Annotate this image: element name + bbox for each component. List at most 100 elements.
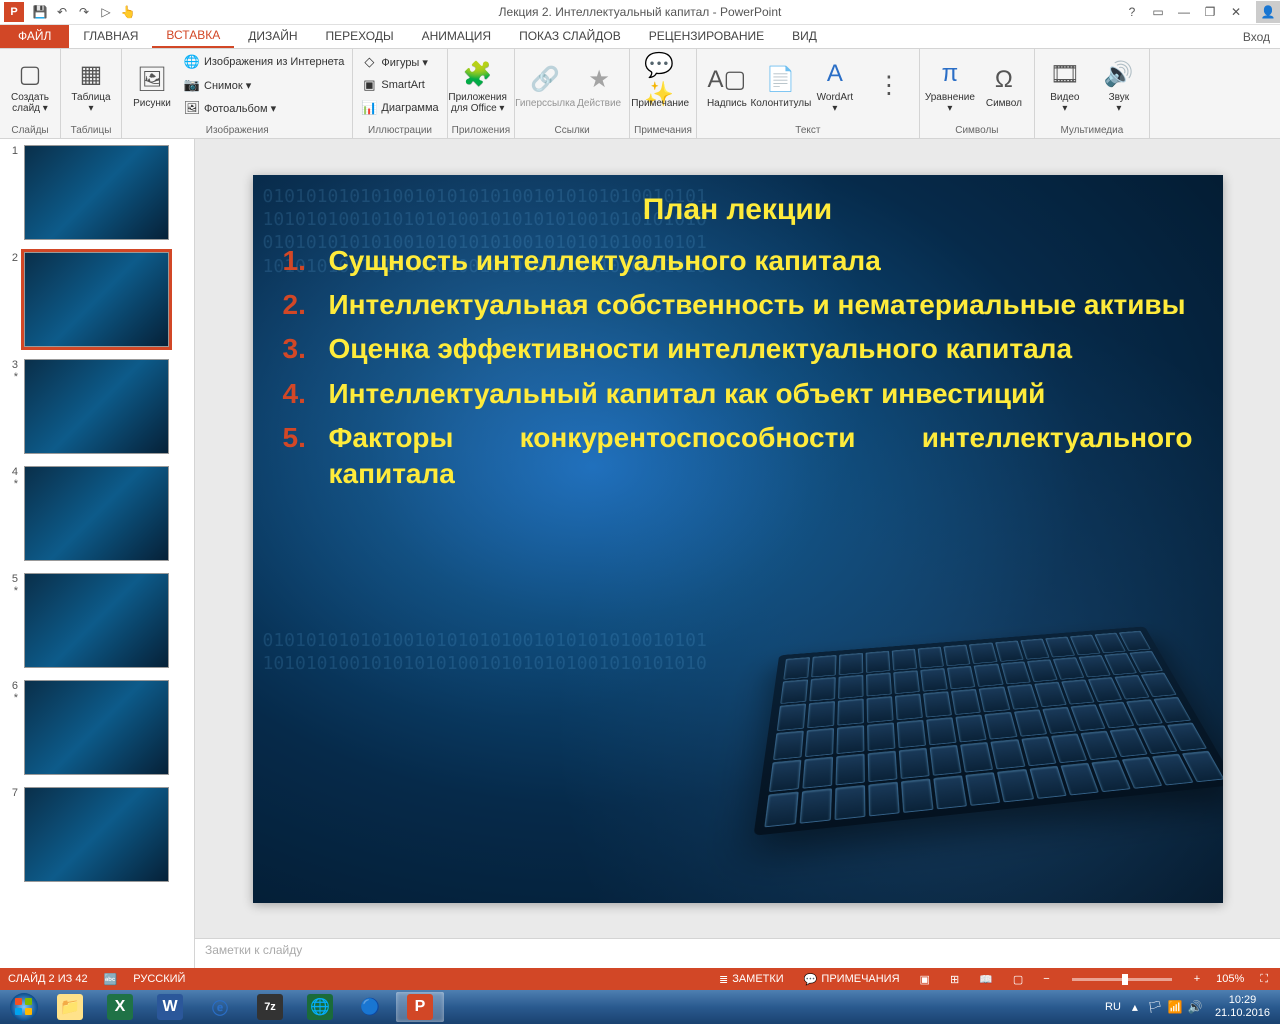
ribbon-btn[interactable]: A▢Надпись [701, 51, 753, 121]
close-button[interactable]: ✕ [1224, 2, 1248, 22]
tab-анимация[interactable]: АНИМАЦИЯ [408, 24, 505, 48]
ribbon-btn[interactable]: 🖼Фотоальбом ▾ [180, 97, 348, 119]
task-app1[interactable]: 🌐 [296, 992, 344, 1022]
ribbon-group-label: Изображения [126, 124, 348, 138]
save-button[interactable]: 💾 [30, 2, 50, 22]
zoom-out-button[interactable]: − [1039, 973, 1053, 985]
normal-view-button[interactable]: ▣ [916, 973, 934, 986]
ribbon-btn[interactable]: 💬✨Примечание [634, 51, 686, 121]
tray-network-icon[interactable]: 📶 [1167, 999, 1183, 1015]
thumbnail-item[interactable]: 3* [0, 353, 194, 460]
undo-button[interactable]: ↶ [52, 2, 72, 22]
ribbon-btn[interactable]: πУравнение ▾ [924, 51, 976, 121]
ribbon-btn[interactable]: ΩСимвол [978, 51, 1030, 121]
thumb-preview [24, 145, 169, 240]
task-ie[interactable]: ⓔ [196, 992, 244, 1022]
thumbnail-item[interactable]: 2 [0, 246, 194, 353]
slide-canvas[interactable]: 0101010101010010101010100101010101001010… [253, 175, 1223, 903]
ribbon-group-label: Ссылки [519, 124, 625, 138]
ribbon-group-label: Приложения [452, 124, 511, 138]
reading-view-button[interactable]: 📖 [975, 973, 997, 986]
ribbon-btn[interactable]: ▢Создать слайд ▾ [4, 51, 56, 121]
slide-list-item[interactable]: 1.Сущность интеллектуального капитала [283, 243, 1193, 279]
language-status[interactable]: РУССКИЙ [133, 973, 185, 985]
touch-mode-button[interactable]: 👆 [118, 2, 138, 22]
spell-check-icon[interactable]: 🔤 [100, 973, 122, 986]
login-link[interactable]: Вход [1233, 26, 1280, 48]
thumbnail-item[interactable]: 7 [0, 781, 194, 888]
ribbon-btn[interactable]: 📄Колонтитулы [755, 51, 807, 121]
tab-вид[interactable]: ВИД [778, 24, 831, 48]
ribbon-btn[interactable]: 🖼Рисунки [126, 51, 178, 121]
minimize-button[interactable]: — [1172, 2, 1196, 22]
user-icon[interactable]: 👤 [1256, 1, 1280, 23]
ribbon-group-Примечания: 💬✨ПримечаниеПримечания [630, 49, 697, 138]
tab-главная[interactable]: ГЛАВНАЯ [69, 24, 152, 48]
ribbon-btn[interactable]: 📊Диаграмма [357, 97, 442, 119]
status-bar: СЛАЙД 2 ИЗ 42 🔤 РУССКИЙ ≣ ЗАМЕТКИ 💬 ПРИМ… [0, 968, 1280, 990]
slide-counter: СЛАЙД 2 ИЗ 42 [8, 973, 88, 985]
fit-button[interactable]: ⛶ [1256, 973, 1272, 986]
ribbon-group-label: Текст [701, 124, 915, 138]
tab-переходы[interactable]: ПЕРЕХОДЫ [312, 24, 408, 48]
file-tab[interactable]: ФАЙЛ [0, 24, 69, 48]
tab-рецензирование[interactable]: РЕЦЕНЗИРОВАНИЕ [635, 24, 778, 48]
help-button[interactable]: ? [1120, 2, 1144, 22]
task-7zip[interactable]: 7z [246, 992, 294, 1022]
notes-pane[interactable]: Заметки к слайду [195, 938, 1280, 968]
zoom-slider[interactable] [1072, 978, 1172, 981]
slide-list-item[interactable]: 2.Интеллектуальная собственность и немат… [283, 287, 1193, 323]
ribbon-btn[interactable]: AWordArt ▾ [809, 51, 861, 121]
ribbon-btn[interactable]: ⋮ [863, 51, 915, 121]
comments-button[interactable]: 💬 ПРИМЕЧАНИЯ [800, 973, 904, 986]
clock[interactable]: 10:29 21.10.2016 [1209, 994, 1276, 1020]
task-powerpoint[interactable]: P [396, 992, 444, 1022]
tray-sound-icon[interactable]: 🔊 [1187, 999, 1203, 1015]
ribbon-btn[interactable]: ◇Фигуры ▾ [357, 51, 442, 73]
thumb-number: 4* [4, 466, 18, 561]
slide-list[interactable]: 1.Сущность интеллектуального капитала 2.И… [283, 235, 1193, 501]
ribbon-btn[interactable]: 🎞Видео ▾ [1039, 51, 1091, 121]
tray-lang[interactable]: RU [1105, 1001, 1121, 1013]
start-button[interactable] [4, 992, 44, 1022]
thumbnail-item[interactable]: 4* [0, 460, 194, 567]
restore-button[interactable]: ❐ [1198, 2, 1222, 22]
sorter-view-button[interactable]: ⊞ [946, 973, 963, 986]
slide-list-item[interactable]: 5.Факторы конкурентоспособности интеллек… [283, 420, 1193, 493]
system-tray: RU ▴ 🏳 📶 🔊 10:29 21.10.2016 [1105, 994, 1276, 1020]
task-word[interactable]: W [146, 992, 194, 1022]
redo-button[interactable]: ↷ [74, 2, 94, 22]
ribbon-btn[interactable]: 🔊Звук ▾ [1093, 51, 1145, 121]
ribbon-btn[interactable]: 🌐Изображения из Интернета [180, 51, 348, 73]
thumb-preview [24, 680, 169, 775]
zoom-level[interactable]: 105% [1216, 973, 1244, 985]
task-explorer[interactable]: 📁 [46, 992, 94, 1022]
notes-button[interactable]: ≣ ЗАМЕТКИ [715, 973, 788, 986]
slide-title[interactable]: План лекции [253, 193, 1223, 227]
ribbon-options-button[interactable]: ▭ [1146, 2, 1170, 22]
ribbon-btn: ★Действие [573, 51, 625, 121]
task-chrome[interactable]: 🔵 [346, 992, 394, 1022]
tray-flag-icon[interactable]: 🏳 [1147, 999, 1163, 1015]
slide-list-item[interactable]: 4.Интеллектуальный капитал как объект ин… [283, 376, 1193, 412]
thumbnail-panel[interactable]: 123*4*5*6*7 [0, 139, 195, 968]
tray-up-icon[interactable]: ▴ [1127, 999, 1143, 1015]
ribbon-btn[interactable]: ▣SmartArt [357, 74, 442, 96]
ribbon-btn[interactable]: 🧩Приложения для Office ▾ [452, 51, 504, 121]
ribbon: ▢Создать слайд ▾Слайды▦Таблица ▾Таблицы🖼… [0, 49, 1280, 139]
tab-дизайн[interactable]: ДИЗАЙН [234, 24, 311, 48]
thumbnail-item[interactable]: 5* [0, 567, 194, 674]
slideshow-button[interactable]: ▷ [96, 2, 116, 22]
ribbon-btn[interactable]: 📷Снимок ▾ [180, 74, 348, 96]
tab-показ слайдов[interactable]: ПОКАЗ СЛАЙДОВ [505, 24, 635, 48]
task-excel[interactable]: X [96, 992, 144, 1022]
tab-вставка[interactable]: ВСТАВКА [152, 24, 234, 48]
ribbon-group-label: Иллюстрации [357, 124, 442, 138]
item-number: 4. [283, 378, 329, 410]
ribbon-btn[interactable]: ▦Таблица ▾ [65, 51, 117, 121]
slide-list-item[interactable]: 3.Оценка эффективности интеллектуального… [283, 331, 1193, 367]
slideshow-view-button[interactable]: ▢ [1009, 973, 1027, 986]
zoom-in-button[interactable]: + [1190, 973, 1204, 985]
thumbnail-item[interactable]: 1 [0, 139, 194, 246]
thumbnail-item[interactable]: 6* [0, 674, 194, 781]
